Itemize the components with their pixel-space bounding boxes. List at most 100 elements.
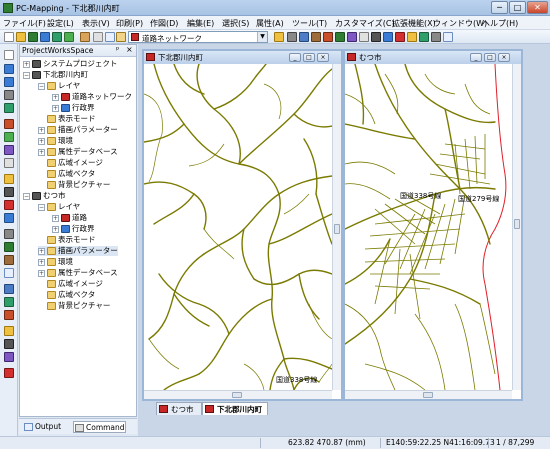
tree-node-project[interactable]: − 下北郡川内町 (23, 70, 88, 80)
pan-hand-icon[interactable] (4, 90, 14, 100)
layer-folder-icon[interactable] (274, 32, 284, 42)
tree-node-environment[interactable]: + 環境 (38, 136, 73, 146)
map-icon[interactable] (335, 32, 345, 42)
scroll-thumb[interactable] (232, 392, 242, 398)
pan-icon[interactable] (431, 32, 441, 42)
node-edit-icon[interactable] (4, 187, 14, 197)
pin-icon[interactable]: ᵖ (116, 45, 119, 54)
menu-view[interactable]: 表示(V) (82, 18, 110, 29)
tree-node-admin-boundary[interactable]: + 行政界 (52, 224, 95, 234)
tree-node-bg-picture[interactable]: 背景ピクチャー (47, 301, 110, 311)
expander-icon[interactable]: + (38, 137, 45, 145)
symbol-tool-icon[interactable] (4, 339, 14, 349)
tree-node-wide-image[interactable]: 広域イメージ (47, 158, 103, 168)
new-file-icon[interactable] (4, 32, 14, 42)
zoom-icon[interactable] (383, 32, 393, 42)
expander-icon[interactable]: + (52, 214, 59, 222)
tree-node-layers[interactable]: − レイヤ (38, 81, 80, 91)
zoom-in-icon[interactable] (4, 64, 14, 74)
copy-icon[interactable] (105, 32, 115, 42)
tree-node-admin-boundary[interactable]: + 行政界 (52, 103, 95, 113)
road-map-kawauchi[interactable]: 国道338号線 (144, 64, 332, 390)
draw-point-icon[interactable] (4, 145, 14, 155)
menu-print[interactable]: 印刷(P) (116, 18, 143, 29)
menu-edit[interactable]: 編集(E) (187, 18, 214, 29)
minimize-button[interactable]: ─ (491, 1, 508, 14)
tree-node-draw-params[interactable]: + 描画パラメーター (38, 125, 118, 135)
menu-window[interactable]: ウィンドウ(W) (433, 18, 487, 29)
buffer-tool-icon[interactable] (4, 284, 14, 294)
minimize-button[interactable]: _ (289, 53, 301, 62)
tree-node-attribute-db[interactable]: + 属性データベース (38, 268, 118, 278)
expander-icon[interactable]: + (52, 93, 59, 101)
scroll-thumb[interactable] (514, 219, 520, 229)
expander-icon[interactable]: − (38, 82, 45, 90)
grid-icon[interactable] (299, 32, 309, 42)
menu-settings[interactable]: 設定(L) (47, 18, 74, 29)
minimize-button[interactable]: _ (470, 53, 482, 62)
expander-icon[interactable]: + (38, 247, 45, 255)
tree-node-system-project[interactable]: + システムプロジェクト (23, 59, 117, 69)
expander-icon[interactable]: + (52, 225, 59, 233)
tree-node-attribute-db[interactable]: + 属性データベース (38, 147, 118, 157)
chevron-down-icon[interactable]: ▼ (257, 32, 267, 42)
attribute-icon[interactable] (311, 32, 321, 42)
move-tool-icon[interactable] (4, 213, 14, 223)
menu-extensions[interactable]: 拡張機能(X) (392, 18, 436, 29)
vertical-scrollbar[interactable] (332, 64, 341, 390)
vector-tool-icon[interactable] (287, 32, 297, 42)
save-icon[interactable] (28, 32, 38, 42)
close-panel-icon[interactable]: × (126, 45, 133, 54)
tree-node-display-mode[interactable]: 表示モード (47, 114, 96, 124)
table-icon[interactable] (347, 32, 357, 42)
layer-tool-icon[interactable] (4, 103, 14, 113)
maximize-button[interactable]: □ (303, 53, 315, 62)
snap-tool-icon[interactable] (4, 368, 14, 378)
measure-distance-icon[interactable] (4, 310, 14, 320)
expander-icon[interactable]: + (52, 104, 59, 112)
tab-output[interactable]: Output (23, 421, 61, 433)
menu-help[interactable]: ヘルプ(H) (482, 18, 518, 29)
draw-polygon-icon[interactable] (4, 132, 14, 142)
layer-stack-icon[interactable] (371, 32, 381, 42)
window-icon[interactable] (359, 32, 369, 42)
search-icon[interactable] (4, 297, 14, 307)
road-map-mutsu[interactable]: 国道338号線 国道279号線 (345, 64, 512, 390)
tree-node-wide-vector[interactable]: 広域ベクタ (47, 169, 95, 179)
paste-icon[interactable] (116, 32, 126, 42)
draw-line-icon[interactable] (4, 119, 14, 129)
text-tool-icon[interactable] (4, 158, 14, 168)
measure-icon[interactable] (395, 32, 405, 42)
refresh-icon[interactable] (419, 32, 429, 42)
bookmark-icon[interactable] (407, 32, 417, 42)
expander-icon[interactable]: + (38, 258, 45, 266)
menu-tools[interactable]: ツール(T) (292, 18, 327, 29)
print-icon[interactable] (80, 32, 90, 42)
select-area-icon[interactable] (4, 174, 14, 184)
maximize-button[interactable]: □ (484, 53, 496, 62)
menu-file[interactable]: ファイル(F) (3, 18, 46, 29)
tree-node-wide-image[interactable]: 広域イメージ (47, 279, 103, 289)
vertical-scrollbar[interactable] (512, 64, 521, 390)
tree-node-layers[interactable]: − レイヤ (38, 202, 80, 212)
merge-tool-icon[interactable] (4, 268, 14, 278)
doc-tab-kawauchi[interactable]: 下北郡川内町 (202, 402, 268, 415)
doc-tab-mutsu[interactable]: むつ市 (156, 402, 202, 415)
horizontal-scrollbar[interactable] (345, 390, 512, 399)
export-icon[interactable] (64, 32, 74, 42)
tab-command[interactable]: Command (73, 421, 126, 433)
pointer-icon[interactable] (4, 50, 14, 60)
tree-node-wide-vector[interactable]: 広域ベクタ (47, 290, 95, 300)
tree-node-display-mode[interactable]: 表示モード (47, 235, 96, 245)
tree-node-mutsu[interactable]: − むつ市 (23, 191, 66, 201)
layer-select[interactable]: 道路ネットワーク ▼ (128, 31, 268, 43)
expander-icon[interactable]: + (38, 148, 45, 156)
expander-icon[interactable]: − (23, 71, 30, 79)
maximize-button[interactable]: □ (509, 1, 526, 14)
tree-node-draw-params-selected[interactable]: + 描画パラメーター (38, 246, 118, 256)
edit-tool-icon[interactable] (323, 32, 333, 42)
style-tool-icon[interactable] (4, 352, 14, 362)
layer-save-icon[interactable] (52, 32, 62, 42)
rotate-tool-icon[interactable] (4, 229, 14, 239)
close-button[interactable]: × (498, 53, 510, 62)
